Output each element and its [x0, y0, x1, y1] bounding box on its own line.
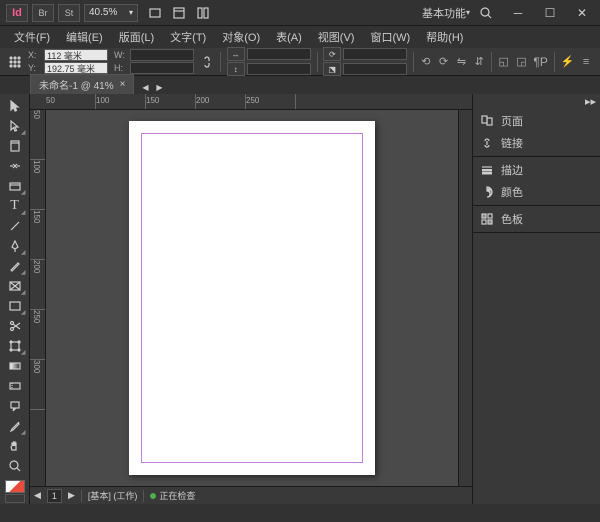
view-mode-toggle[interactable] — [5, 494, 25, 503]
reference-point-icon[interactable] — [8, 53, 22, 71]
paragraph-style-icon[interactable]: ¶P — [533, 53, 547, 71]
panel-swatches[interactable]: 色板 — [473, 208, 600, 230]
w-field[interactable] — [130, 49, 194, 61]
preflight-status-text[interactable]: 正在检查 — [159, 489, 195, 502]
scale-y-icon[interactable]: ↕ — [227, 62, 245, 76]
flip-vertical-icon[interactable]: ⇵ — [473, 53, 485, 71]
menu-view[interactable]: 视图(V) — [310, 29, 363, 45]
scissors-tool[interactable] — [3, 316, 27, 336]
canvas-area: 50 100 150 200 250 50 100 150 200 250 30… — [30, 94, 472, 504]
minimize-button[interactable]: ─ — [506, 4, 530, 22]
arrange-documents-icon[interactable] — [192, 4, 214, 22]
page-nav-prev[interactable]: ◀ — [34, 490, 41, 501]
y-label: Y: — [28, 63, 42, 73]
h-field[interactable] — [130, 62, 194, 74]
gap-tool[interactable] — [3, 156, 27, 176]
preflight-status-icon — [150, 493, 156, 499]
screen-mode-icon[interactable] — [168, 4, 190, 22]
maximize-button[interactable]: ☐ — [538, 4, 562, 22]
layout-name[interactable]: [基本] (工作) — [88, 489, 138, 502]
w-label: W: — [114, 50, 128, 60]
menu-object[interactable]: 对象(O) — [214, 29, 268, 45]
scale-x-icon[interactable]: ↔ — [227, 47, 245, 61]
control-bar: X: Y: W: H: ↔ ↕ ⟳ ⬔ ⟲ ⟳ ⇋ ⇵ ◱ ◲ ¶P ⚡ ≡ — [0, 48, 600, 76]
control-menu-icon[interactable]: ≡ — [580, 53, 592, 71]
stock-button[interactable]: St — [58, 4, 80, 22]
tab-scroll-left[interactable]: ◀ — [138, 80, 152, 94]
rotate-icon[interactable]: ⟳ — [323, 47, 341, 61]
menu-file[interactable]: 文件(F) — [6, 29, 58, 45]
page-nav-next[interactable]: ▶ — [68, 490, 75, 501]
h-label: H: — [114, 63, 128, 73]
shear-icon[interactable]: ⬔ — [323, 62, 341, 76]
shear-field[interactable] — [343, 63, 407, 75]
menu-layout[interactable]: 版面(L) — [111, 29, 162, 45]
menu-window[interactable]: 窗口(W) — [362, 29, 418, 45]
gradient-feather-tool[interactable] — [3, 376, 27, 396]
flip-horizontal-icon[interactable]: ⇋ — [456, 53, 468, 71]
menu-edit[interactable]: 编辑(E) — [58, 29, 111, 45]
fill-stroke-swatch[interactable] — [5, 480, 25, 493]
zoom-tool[interactable] — [3, 456, 27, 476]
document-tab[interactable]: 未命名-1 @ 41% × — [30, 74, 134, 94]
scale-y-field[interactable] — [247, 63, 311, 75]
select-container-icon[interactable]: ◱ — [498, 53, 510, 71]
panel-dock: ▸▸ 页面 链接 描边 颜色 色板 — [472, 94, 600, 504]
links-icon — [479, 136, 495, 150]
panel-links[interactable]: 链接 — [473, 132, 600, 154]
selection-tool[interactable] — [3, 96, 27, 116]
line-tool[interactable] — [3, 216, 27, 236]
y-field[interactable] — [44, 62, 108, 74]
bridge-button[interactable]: Br — [32, 4, 54, 22]
menu-table[interactable]: 表(A) — [268, 29, 310, 45]
panel-collapse-icon[interactable]: ▸▸ — [473, 94, 600, 108]
document-viewport[interactable] — [46, 110, 458, 486]
document-tab-label: 未命名-1 @ 41% — [39, 77, 114, 92]
titlebar: Id Br St 40.5% 基本功能 ─ ☐ ✕ — [0, 0, 600, 26]
menu-type[interactable]: 文字(T) — [162, 29, 214, 45]
search-icon[interactable] — [476, 4, 496, 22]
status-bar: ◀ 1 ▶ [基本] (工作) 正在检查 — [30, 486, 472, 504]
panel-stroke[interactable]: 描边 — [473, 159, 600, 181]
x-field[interactable] — [44, 49, 108, 61]
vertical-scrollbar[interactable] — [458, 110, 472, 486]
menu-help[interactable]: 帮助(H) — [418, 29, 471, 45]
pages-icon — [479, 114, 495, 128]
toolbox: ◢ ◢ T◢ ◢ ◢ ◢ ◢ ◢ ◢ — [0, 94, 30, 504]
panel-pages[interactable]: 页面 — [473, 110, 600, 132]
page[interactable] — [129, 121, 375, 475]
vertical-ruler[interactable]: 50 100 150 200 250 300 — [30, 110, 46, 486]
tab-scroll-right[interactable]: ▶ — [152, 80, 166, 94]
gradient-swatch-tool[interactable] — [3, 356, 27, 376]
page-tool[interactable] — [3, 136, 27, 156]
page-number-field[interactable]: 1 — [47, 489, 62, 503]
close-button[interactable]: ✕ — [570, 4, 594, 22]
quick-apply-icon[interactable]: ⚡ — [561, 53, 575, 71]
hand-tool[interactable] — [3, 436, 27, 456]
rotate-90-ccw-icon[interactable]: ⟳ — [438, 53, 450, 71]
rotate-90-cw-icon[interactable]: ⟲ — [420, 53, 432, 71]
color-icon — [479, 185, 495, 199]
document-tabs: 未命名-1 @ 41% × ◀ ▶ — [0, 76, 600, 94]
horizontal-ruler[interactable]: 50 100 150 200 250 — [30, 94, 472, 110]
margin-guide — [141, 133, 363, 463]
x-label: X: — [28, 50, 42, 60]
scale-x-field[interactable] — [247, 48, 311, 60]
tab-close-icon[interactable]: × — [120, 79, 126, 90]
note-tool[interactable] — [3, 396, 27, 416]
app-logo[interactable]: Id — [6, 4, 28, 22]
workspace-switcher[interactable]: 基本功能 — [416, 5, 476, 21]
select-content-icon[interactable]: ◲ — [516, 53, 528, 71]
constrain-proportions-icon[interactable] — [200, 53, 214, 71]
menubar: 文件(F) 编辑(E) 版面(L) 文字(T) 对象(O) 表(A) 视图(V)… — [0, 26, 600, 48]
stroke-icon — [479, 163, 495, 177]
zoom-level-dropdown[interactable]: 40.5% — [84, 4, 138, 22]
view-options-icon[interactable] — [144, 4, 166, 22]
rotate-field[interactable] — [343, 48, 407, 60]
panel-color[interactable]: 颜色 — [473, 181, 600, 203]
swatches-icon — [479, 212, 495, 226]
